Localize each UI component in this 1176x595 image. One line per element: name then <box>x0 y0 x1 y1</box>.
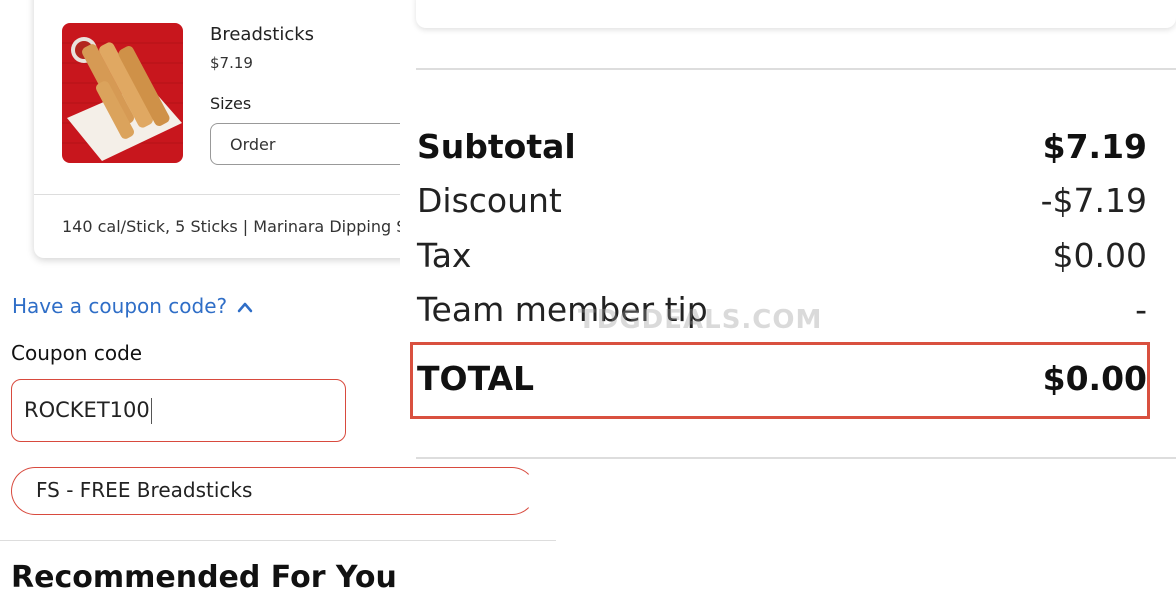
subtotal-label: Subtotal <box>417 127 576 166</box>
discount-row: Discount -$7.19 <box>417 181 1147 220</box>
tip-row: Team member tip - <box>417 290 1147 329</box>
sizes-label: Sizes <box>210 94 252 113</box>
total-row: TOTAL $0.00 <box>417 359 1147 398</box>
text-caret <box>150 398 152 424</box>
size-select-value: Order <box>230 135 276 154</box>
recommended-heading: Recommended For You <box>11 560 397 595</box>
coupon-toggle-label: Have a coupon code? <box>12 294 228 318</box>
applied-coupon-label: FS - FREE Breadsticks <box>36 478 253 502</box>
card-divider <box>34 194 414 195</box>
coupon-code-value: ROCKET100 <box>24 398 150 422</box>
applied-coupon-pill[interactable]: FS - FREE Breadsticks <box>11 467 536 515</box>
tip-value: - <box>1135 290 1147 329</box>
discount-label: Discount <box>417 181 562 220</box>
total-label: TOTAL <box>417 359 535 398</box>
summary-divider-bottom <box>416 457 1176 459</box>
discount-value: -$7.19 <box>1040 181 1147 220</box>
summary-card-edge <box>416 0 1176 28</box>
tax-label: Tax <box>417 236 472 275</box>
summary-divider-top <box>416 68 1176 70</box>
coupon-code-label: Coupon code <box>11 341 143 365</box>
item-description: 140 cal/Stick, 5 Sticks | Marinara Dippi… <box>62 217 427 236</box>
chevron-up-icon <box>237 294 253 318</box>
tax-row: Tax $0.00 <box>417 236 1147 275</box>
item-price: $7.19 <box>210 54 253 72</box>
subtotal-value: $7.19 <box>1042 127 1147 166</box>
item-name: Breadsticks <box>210 24 315 45</box>
tax-value: $0.00 <box>1052 236 1147 275</box>
tip-label: Team member tip <box>417 290 708 329</box>
coupon-code-input[interactable]: ROCKET100 <box>11 379 346 442</box>
breadsticks-image <box>62 23 183 163</box>
section-divider <box>0 540 556 541</box>
subtotal-row: Subtotal $7.19 <box>417 127 1147 166</box>
coupon-toggle-link[interactable]: Have a coupon code? <box>12 294 253 318</box>
total-value: $0.00 <box>1042 359 1147 398</box>
